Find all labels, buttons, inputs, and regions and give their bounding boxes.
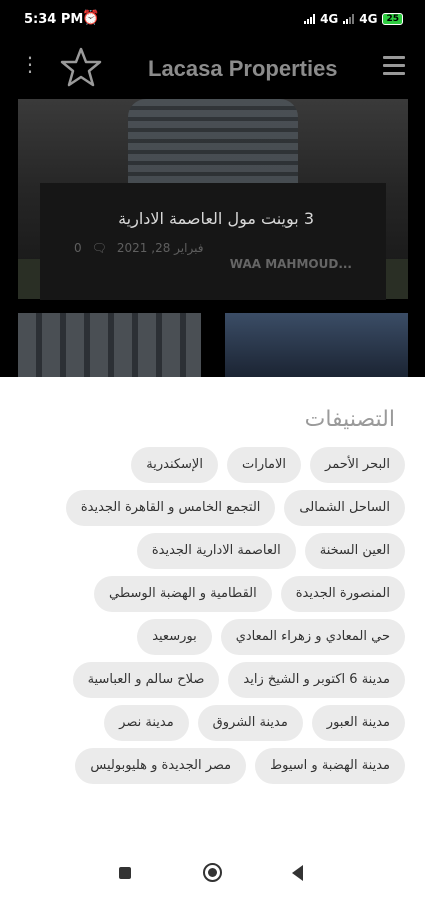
signal-icon-2 bbox=[343, 14, 355, 24]
post-date: فبراير 28, 2021 bbox=[116, 241, 204, 255]
sheet-heading: التصنيفات bbox=[304, 407, 395, 432]
category-chip[interactable]: حي المعادي و زهراء المعادي bbox=[220, 619, 405, 655]
hamburger-menu-icon[interactable] bbox=[383, 56, 405, 80]
category-chip[interactable]: مدينة الشروق bbox=[197, 705, 303, 741]
system-nav-bar bbox=[0, 848, 425, 900]
comment-icon: 🗨 bbox=[91, 241, 107, 255]
category-chip[interactable]: البحر الأحمر bbox=[310, 447, 405, 483]
status-time: 5:34 PM bbox=[24, 12, 84, 27]
category-chip[interactable]: العين السخنة bbox=[304, 533, 405, 569]
home-icon[interactable] bbox=[203, 863, 222, 882]
category-chip[interactable]: الساحل الشمالى bbox=[284, 490, 405, 526]
recents-icon[interactable] bbox=[119, 867, 131, 879]
category-chip[interactable]: مصر الجديدة و هليوبوليس bbox=[75, 748, 247, 784]
category-chip[interactable]: الإسكندرية bbox=[131, 447, 218, 483]
more-options-icon[interactable]: ⋮ bbox=[20, 54, 40, 74]
featured-post-card[interactable]: 3 بوينت مول العاصمة الادارية 0 🗨 فبراير … bbox=[40, 183, 386, 300]
post-thumbnail-2[interactable] bbox=[225, 313, 408, 377]
network-type-1: 4G bbox=[320, 12, 339, 26]
category-chip[interactable]: العاصمة الادارية الجديدة bbox=[136, 533, 296, 569]
category-chip[interactable]: الامارات bbox=[226, 447, 302, 483]
battery-icon: 25 bbox=[382, 13, 403, 25]
post-author: WAA MAHMOUD... bbox=[229, 257, 352, 271]
post-title: 3 بوينت مول العاصمة الادارية bbox=[118, 209, 314, 228]
category-chip[interactable]: المنصورة الجديدة bbox=[280, 576, 405, 612]
signal-icon bbox=[304, 14, 316, 24]
category-chip[interactable]: بورسعيد bbox=[137, 619, 212, 655]
comment-count: 0 bbox=[74, 241, 82, 255]
status-bar: 5:34 PM ⏰ 4G 4G 25 bbox=[0, 0, 425, 40]
network-type-2: 4G bbox=[359, 12, 378, 26]
back-icon[interactable] bbox=[292, 865, 303, 881]
category-chips: البحر الأحمر الامارات الإسكندرية الساحل … bbox=[20, 447, 405, 784]
post-thumbnail-1[interactable] bbox=[18, 313, 201, 377]
alarm-icon: ⏰ bbox=[82, 10, 100, 26]
category-chip[interactable]: التجمع الخامس و القاهرة الجديدة bbox=[65, 490, 276, 526]
categories-sheet: التصنيفات البحر الأحمر الامارات الإسكندر… bbox=[0, 377, 425, 900]
category-chip[interactable]: صلاح سالم و العباسية bbox=[72, 662, 220, 698]
category-chip[interactable]: مدينة 6 اكتوبر و الشيخ زايد bbox=[228, 662, 405, 698]
favorite-star-icon[interactable] bbox=[60, 46, 102, 88]
post-meta: 0 🗨 فبراير 28, 2021 bbox=[74, 241, 203, 255]
category-chip[interactable]: مدينة نصر bbox=[104, 705, 189, 741]
category-chip[interactable]: مدينة العبور bbox=[311, 705, 405, 741]
app-bar: ⋮ Lacasa Properties bbox=[0, 40, 425, 96]
category-chip[interactable]: القطامية و الهضبة الوسطي bbox=[94, 576, 272, 612]
category-chip[interactable]: مدينة الهضبة و اسيوط bbox=[255, 748, 405, 784]
app-title: Lacasa Properties bbox=[148, 56, 338, 81]
